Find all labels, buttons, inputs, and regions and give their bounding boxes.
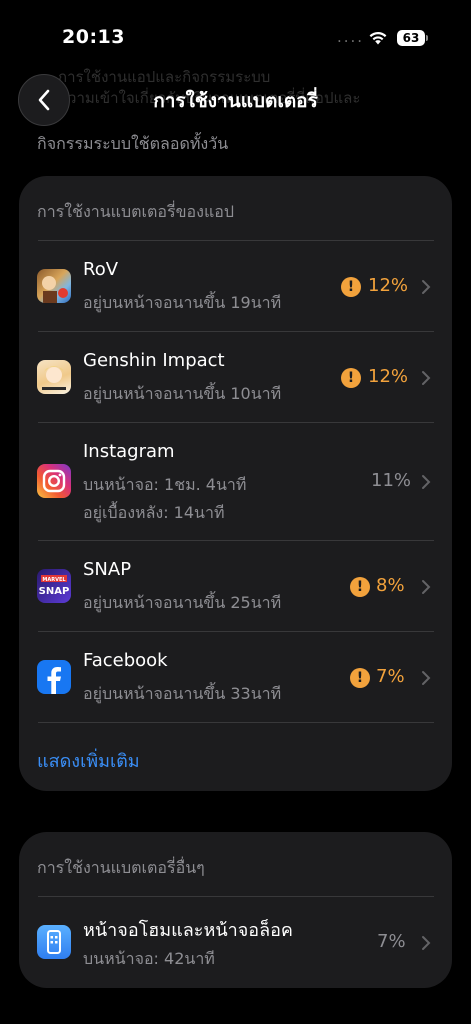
app-usage-detail: อยู่บนหน้าจอนานขึ้น 25นาที <box>83 593 282 612</box>
battery-percent: 11% <box>371 470 412 491</box>
system-row-home-lock-screen[interactable]: หน้าจอโฮมและหน้าจอล็อค บนหน้าจอ: 42นาที … <box>19 897 452 987</box>
section-header: การใช้งานแบตเตอรี่ของแอป <box>37 202 235 221</box>
status-time: 20:13 <box>62 26 125 48</box>
app-name: SNAP <box>83 559 132 580</box>
system-item-name: หน้าจอโฮมและหน้าจอล็อค <box>83 920 293 941</box>
app-row-facebook[interactable]: Facebook อยู่บนหน้าจอนานขึ้น 33นาที ! 7% <box>19 632 452 722</box>
app-name: Facebook <box>83 650 168 671</box>
app-usage-detail: อยู่บนหน้าจอนานขึ้น 10นาที <box>83 384 282 403</box>
rov-app-icon <box>37 269 71 303</box>
battery-percent: 7% <box>376 666 405 687</box>
chevron-right-icon <box>422 671 431 685</box>
app-row-snap[interactable]: MARVEL SNAP SNAP อยู่บนหน้าจอนานขึ้น 25นา… <box>19 541 452 631</box>
chevron-right-icon <box>422 475 431 489</box>
chevron-right-icon <box>422 280 431 294</box>
app-usage-detail: อยู่บนหน้าจอนานขึ้น 33นาที <box>83 684 282 703</box>
snap-app-icon: MARVEL SNAP <box>37 569 71 603</box>
battery-percent: 12% <box>368 366 409 387</box>
page-title: การใช้งานแบตเตอรี่ <box>153 90 318 112</box>
battery-icon: 63 <box>397 30 425 46</box>
app-battery-usage-card: การใช้งานแบตเตอรี่ของแอป RoV อยู่บนหน้าจ… <box>19 176 452 791</box>
faded-line: การใช้งานแอปและกิจกรรมระบบ <box>58 68 271 86</box>
chevron-right-icon <box>422 936 431 950</box>
app-row-instagram[interactable]: Instagram บนหน้าจอ: 1ชม. 4นาที อยู่เบื้อ… <box>19 423 452 540</box>
battery-percent: 7% <box>377 931 406 952</box>
app-name: Instagram <box>83 441 175 462</box>
section-header: การใช้งานแบตเตอรี่อื่นๆ <box>37 858 205 877</box>
cellular-signal-icon: .... <box>337 28 365 46</box>
other-battery-usage-card: การใช้งานแบตเตอรี่อื่นๆ หน้าจอโฮมและหน้า… <box>19 832 452 988</box>
chevron-right-icon <box>422 580 431 594</box>
app-background-detail: อยู่เบื้องหลัง: 14นาที <box>83 503 225 522</box>
battery-tip <box>426 35 428 41</box>
facebook-app-icon <box>37 660 71 694</box>
app-name: RoV <box>83 259 119 280</box>
svg-text:MARVEL: MARVEL <box>42 577 66 583</box>
warning-icon: ! <box>341 277 361 297</box>
instagram-app-icon <box>37 464 71 498</box>
status-bar: 20:13 .... 63 <box>0 0 471 60</box>
app-row-genshin-impact[interactable]: Genshin Impact อยู่บนหน้าจอนานขึ้น 10นาท… <box>19 332 452 422</box>
wifi-icon <box>369 31 387 45</box>
page-subtitle: กิจกรรมระบบใช้ตลอดทั้งวัน <box>37 134 229 153</box>
app-row-rov[interactable]: RoV อยู่บนหน้าจอนานขึ้น 19นาที ! 12% <box>19 241 452 331</box>
svg-text:SNAP: SNAP <box>39 586 70 597</box>
system-usage-detail: บนหน้าจอ: 42นาที <box>83 949 215 968</box>
app-usage-detail: บนหน้าจอ: 1ชม. 4นาที <box>83 475 247 494</box>
show-more-link[interactable]: แสดงเพิ่มเติม <box>37 746 140 775</box>
genshin-impact-app-icon <box>37 360 71 394</box>
warning-icon: ! <box>350 577 370 597</box>
battery-percent: 12% <box>368 275 409 296</box>
warning-icon: ! <box>350 668 370 688</box>
app-usage-detail: อยู่บนหน้าจอนานขึ้น 19นาที <box>83 293 282 312</box>
warning-icon: ! <box>341 368 361 388</box>
phone-screen-icon <box>37 925 71 959</box>
app-name: Genshin Impact <box>83 350 225 371</box>
divider <box>38 722 434 723</box>
battery-percent: 8% <box>376 575 405 596</box>
chevron-right-icon <box>422 371 431 385</box>
